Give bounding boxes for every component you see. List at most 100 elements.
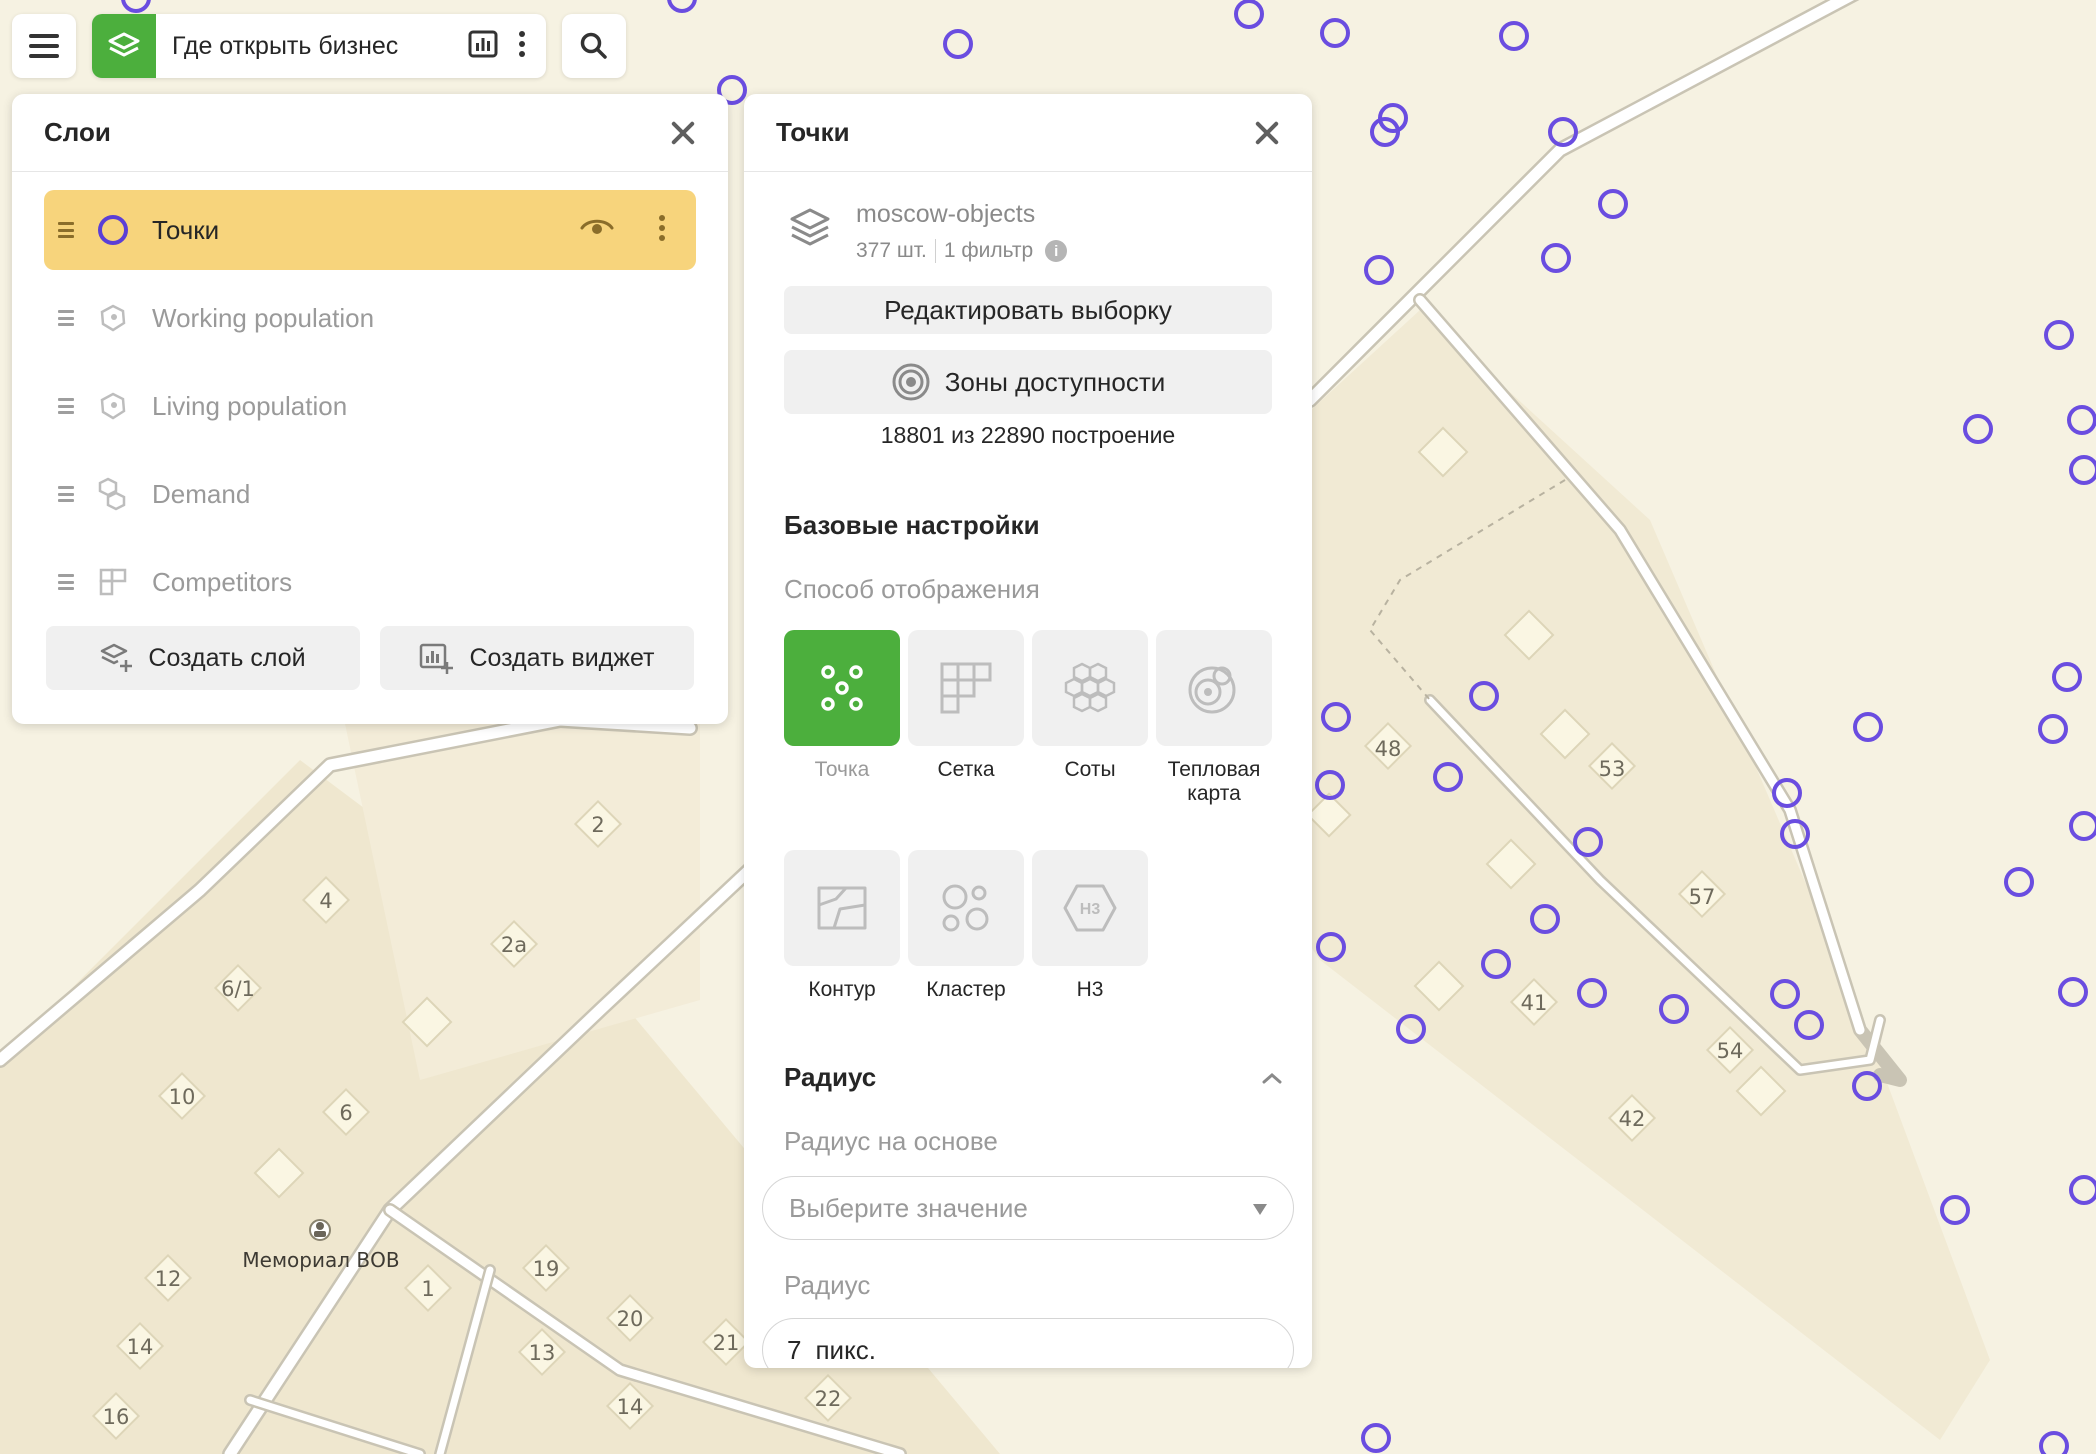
house-number: 1: [421, 1277, 434, 1301]
display-mode-honeycomb[interactable]: Соты: [1032, 630, 1148, 782]
house-number: 48: [1375, 737, 1402, 761]
close-points-panel-icon[interactable]: [1254, 120, 1280, 146]
project-bar: Где открыть бизнес: [92, 14, 546, 78]
radius-unit: пикс.: [815, 1334, 876, 1365]
layers-panel: Слои Точки Working population Living pop…: [12, 94, 728, 724]
eye-icon[interactable]: [580, 217, 614, 244]
radius-input[interactable]: 7 пикс.: [762, 1318, 1294, 1368]
drag-handle-icon[interactable]: [58, 574, 74, 590]
house-number: 2а: [501, 933, 527, 957]
dataset-layers-icon: [788, 206, 832, 263]
display-mode-h3[interactable]: H3 Н3: [1032, 850, 1148, 1002]
radius-basis-label: Радиус на основе: [784, 1126, 998, 1156]
drag-handle-icon[interactable]: [58, 222, 74, 238]
contour-icon: [817, 886, 867, 930]
edit-selection-button[interactable]: Редактировать выборку: [784, 286, 1272, 334]
house-number: 54: [1717, 1039, 1744, 1063]
display-mode-label: Способ отображения: [784, 574, 1040, 604]
more-vertical-icon[interactable]: [518, 30, 526, 63]
poi-label: Мемориал ВОВ: [242, 1248, 399, 1272]
target-icon: [892, 363, 930, 401]
layer-label: Точки: [152, 214, 220, 245]
drag-handle-icon[interactable]: [58, 398, 74, 414]
display-mode-contour[interactable]: Контур: [784, 850, 900, 1002]
house-number: 14: [617, 1395, 644, 1419]
dashboard-icon[interactable]: [468, 30, 498, 63]
hamburger-icon: [29, 34, 59, 58]
house-number: 6/1: [221, 977, 255, 1001]
house-number: 10: [169, 1085, 196, 1109]
layer-label: Working population: [152, 302, 375, 333]
display-mode-label: Соты: [1064, 758, 1116, 781]
points-panel-title: Точки: [776, 117, 850, 147]
search-icon: [580, 32, 607, 59]
hexagons-icon: [96, 477, 130, 511]
house-number: 2: [591, 813, 604, 837]
heatmap-icon: [1188, 666, 1236, 714]
create-widget-label: Создать виджет: [469, 643, 655, 672]
layer-item-demand[interactable]: Demand: [44, 454, 696, 534]
house-number: 4: [319, 889, 332, 913]
create-widget-button[interactable]: Создать виджет: [380, 626, 694, 690]
display-mode-cluster[interactable]: Кластер: [908, 850, 1024, 1002]
house-number: 57: [1689, 885, 1716, 909]
add-widget-icon: [420, 643, 454, 674]
house-number: 53: [1599, 757, 1626, 781]
radius-label: Радиус: [784, 1270, 871, 1300]
layers-logo-icon[interactable]: [92, 14, 156, 78]
more-vertical-icon[interactable]: [658, 214, 666, 247]
dataset-name[interactable]: moscow-objects: [856, 200, 1067, 229]
create-layer-button[interactable]: Создать слой: [46, 626, 360, 690]
house-number: 13: [529, 1341, 556, 1365]
search-button[interactable]: [562, 14, 626, 78]
population-icon: [96, 389, 130, 423]
basic-settings-title: Базовые настройки: [784, 510, 1040, 540]
population-icon: [96, 301, 130, 335]
house-number: 12: [155, 1267, 182, 1291]
cluster-icon: [942, 884, 989, 932]
display-mode-grid[interactable]: Сетка: [908, 630, 1024, 782]
project-title[interactable]: Где открыть бизнес: [172, 32, 398, 61]
house-number: 20: [617, 1307, 644, 1331]
house-number: 41: [1521, 991, 1548, 1015]
meta-divider: [934, 239, 936, 263]
layer-item-competitors[interactable]: Competitors: [44, 542, 696, 622]
display-mode-point[interactable]: Точка: [784, 630, 900, 782]
display-mode-label: Контур: [808, 978, 876, 1001]
house-number: 6: [339, 1101, 352, 1125]
house-number: 19: [533, 1257, 560, 1281]
display-mode-label: Кластер: [926, 978, 1006, 1001]
display-mode-label: Точка: [814, 758, 870, 781]
layer-item-living-population[interactable]: Living population: [44, 366, 696, 446]
house-number: 21: [713, 1331, 740, 1355]
drag-handle-icon[interactable]: [58, 486, 74, 502]
memorial-icon[interactable]: [309, 1219, 331, 1241]
display-mode-heatmap[interactable]: Тепловая карта: [1156, 630, 1272, 806]
filter-count: 1 фильтр: [943, 239, 1034, 262]
layer-label: Demand: [152, 478, 251, 509]
house-number: 16: [103, 1405, 130, 1429]
layer-item-working-population[interactable]: Working population: [44, 278, 696, 358]
info-icon[interactable]: i: [1045, 240, 1068, 262]
radius-section-title: Радиус: [784, 1062, 877, 1092]
display-mode-label: Н3: [1076, 978, 1104, 1001]
display-mode-label: Сетка: [937, 758, 995, 781]
layer-label: Living population: [152, 390, 348, 421]
close-layers-panel-icon[interactable]: [670, 120, 696, 146]
chevron-up-icon[interactable]: [1262, 1072, 1282, 1084]
radius-basis-select[interactable]: Выберите значение: [762, 1176, 1294, 1240]
points-panel: Точки moscow-objects 377 шт. 1 фильтр i …: [744, 94, 1312, 1368]
layer-item-points[interactable]: Точки: [44, 190, 696, 270]
edit-selection-label: Редактировать выборку: [884, 294, 1172, 325]
create-layer-label: Создать слой: [148, 643, 306, 672]
house-number: 42: [1619, 1107, 1646, 1131]
accessibility-zones-button[interactable]: Зоны доступности: [784, 350, 1272, 414]
object-count: 377 шт.: [856, 239, 927, 262]
build-quota-text: 18801 из 22890 построение: [880, 422, 1176, 448]
menu-button[interactable]: [12, 14, 76, 78]
radius-basis-placeholder: Выберите значение: [789, 1192, 1028, 1223]
house-number: 22: [815, 1387, 842, 1411]
chevron-down-icon: [1253, 1204, 1267, 1215]
house-number: 14: [127, 1335, 154, 1359]
drag-handle-icon[interactable]: [58, 310, 74, 326]
